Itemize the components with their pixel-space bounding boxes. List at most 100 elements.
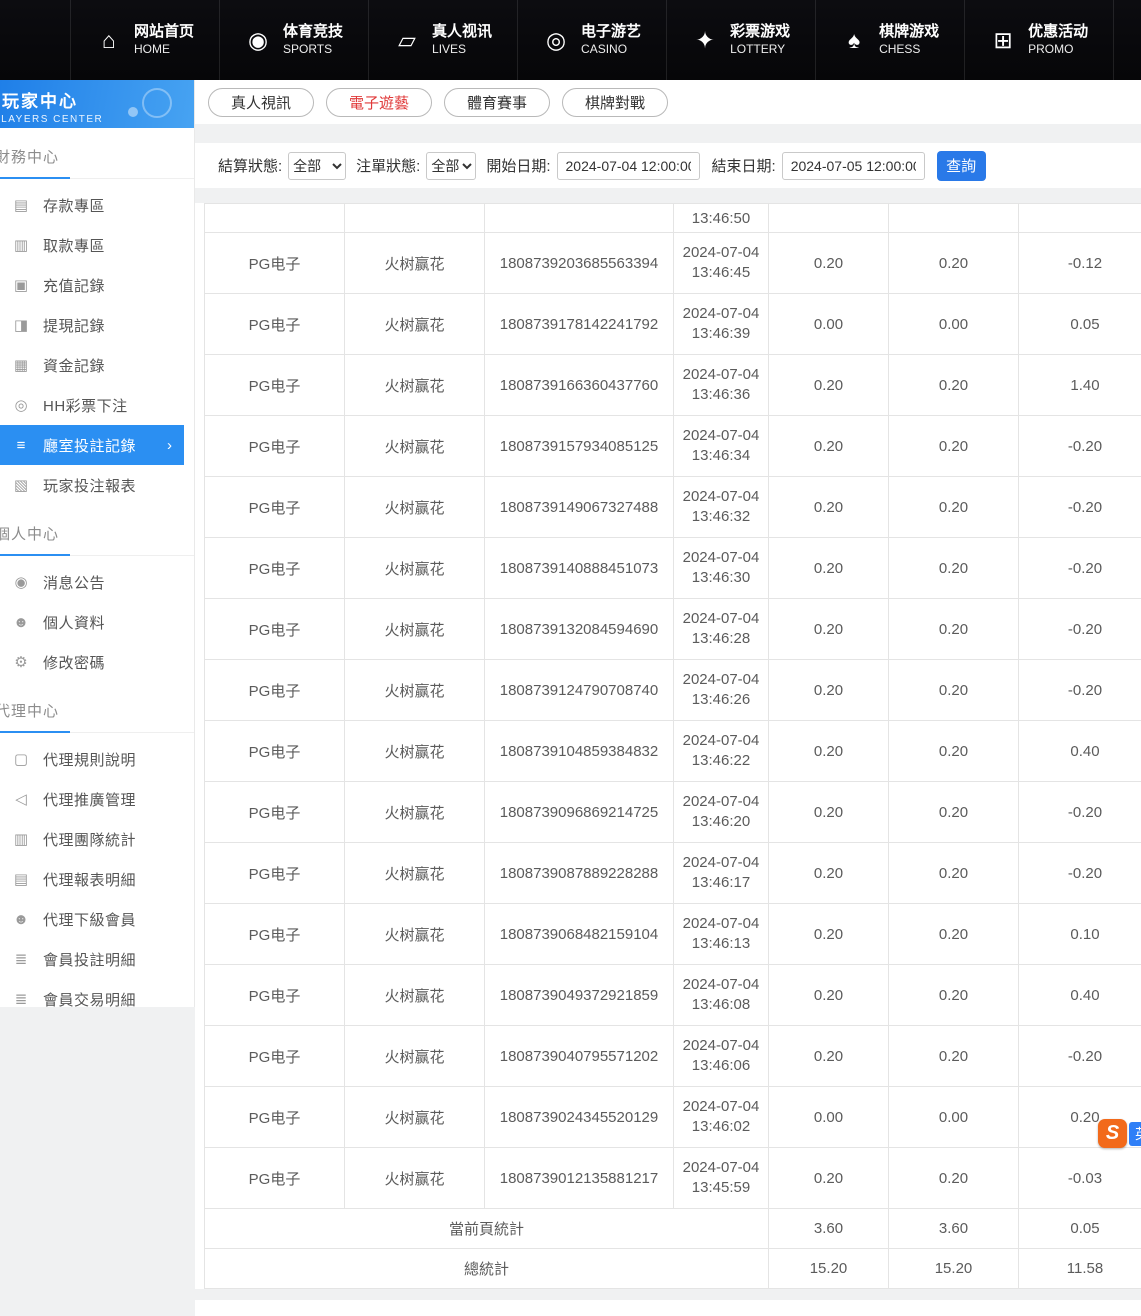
game-tabs: 真人視訊 電子遊藝 體育賽事 棋牌對戰 xyxy=(195,80,1141,124)
cell-profit: 0.40 xyxy=(1019,965,1141,1026)
page-summary-profit: 0.05 xyxy=(1019,1209,1141,1249)
sidebar-item-member-transactions[interactable]: ≣ 會員交易明細 › xyxy=(0,979,194,1007)
sidebar-item-room-bet-log[interactable]: ≡ 廳室投註記錄 › xyxy=(0,425,184,465)
tab-2-體育賽事[interactable]: 體育賽事 xyxy=(444,88,550,117)
cell-platform: PG电子 xyxy=(205,1087,345,1148)
bet-record-icon: ≡ xyxy=(12,437,30,454)
report-icon: ▧ xyxy=(12,476,30,494)
topnav-item-label-en: PROMO xyxy=(1028,42,1088,58)
topnav-item[interactable]: ♠ 棋牌游戏 CHESS xyxy=(816,0,965,80)
sidebar-item-password[interactable]: ⚙ 修改密碼 › xyxy=(0,642,194,682)
cell-order-number: 1808739149067327488 xyxy=(485,477,674,538)
cell-datetime: 2024-07-04 13:46:26 xyxy=(674,660,769,721)
cell-bet-amount: 0.20 xyxy=(769,599,889,660)
cell-bet-amount: 0.20 xyxy=(769,1148,889,1209)
sidebar-item-agent-team-stats[interactable]: ▥ 代理團隊統計 › xyxy=(0,819,194,859)
profile-icon: ☻ xyxy=(12,614,30,631)
chess-icon: ♠ xyxy=(841,27,867,54)
sidebar-section: 代理中心 ▢ 代理規則說明 › ◁ 代理推廣管理 › ▥ 代理團隊統計 › ▤ … xyxy=(0,682,194,1007)
sidebar-item-agent-subordinates[interactable]: ☻ 代理下級會員 › xyxy=(0,899,194,939)
settle-status-select[interactable]: 全部 xyxy=(288,152,346,180)
topnav-item[interactable]: ⊞ 优惠活动 PROMO xyxy=(965,0,1114,80)
member-trans-icon: ≣ xyxy=(12,990,30,1007)
order-status-label: 注單狀態: xyxy=(356,155,420,176)
cell-game: 火树赢花 xyxy=(345,233,485,294)
topnav-item[interactable]: ✦ 彩票游戏 LOTTERY xyxy=(667,0,816,80)
pagination-bar xyxy=(195,1300,1141,1316)
cell-bet-amount: 0.20 xyxy=(769,416,889,477)
withdraw-icon: ▥ xyxy=(12,236,30,254)
cell-platform: PG电子 xyxy=(205,477,345,538)
sidebar-item-agent-promo[interactable]: ◁ 代理推廣管理 › xyxy=(0,779,194,819)
sidebar-item-label: 代理規則說明 xyxy=(43,749,136,770)
topnav-item-label-zh: 彩票游戏 xyxy=(730,22,790,42)
cell-profit: 0.10 xyxy=(1019,904,1141,965)
topnav-item[interactable]: ⌂ 网站首页 HOME xyxy=(70,0,220,80)
cell-bet-amount: 0.20 xyxy=(769,355,889,416)
cell-valid-bet: 0.20 xyxy=(889,660,1019,721)
sidebar-item-label: 會員交易明細 xyxy=(43,989,136,1008)
sidebar-item-agent-rules[interactable]: ▢ 代理規則說明 › xyxy=(0,739,194,779)
end-date-input[interactable] xyxy=(782,152,925,180)
cell-profit: -0.03 xyxy=(1019,1148,1141,1209)
topnav-item[interactable]: ◉ 体育竞技 SPORTS xyxy=(220,0,369,80)
search-button[interactable]: 查詢 xyxy=(937,151,986,181)
cell-order-number: 1808739024345520129 xyxy=(485,1087,674,1148)
ime-widget[interactable]: S 英 xyxy=(1098,1119,1141,1148)
cell-profit: -0.20 xyxy=(1019,1026,1141,1087)
sidebar-item-label: 提現記錄 xyxy=(43,315,105,336)
sidebar-item-funds-log[interactable]: ▦ 資金記錄 › xyxy=(0,345,194,385)
sidebar-item-member-bets[interactable]: ≣ 會員投註明細 › xyxy=(0,939,194,979)
sidebar-item-profile[interactable]: ☻ 個人資料 › xyxy=(0,602,194,642)
sidebar-item-hh-lottery-bet[interactable]: ◎ HH彩票下注 › xyxy=(0,385,194,425)
cell-valid-bet: 0.20 xyxy=(889,1148,1019,1209)
cell-game: 火树赢花 xyxy=(345,904,485,965)
cell-valid-bet: 0.20 xyxy=(889,233,1019,294)
cell-platform: PG电子 xyxy=(205,843,345,904)
cell-order-number: 1808739012135881217 xyxy=(485,1148,674,1209)
cell-platform: PG电子 xyxy=(205,965,345,1026)
tab-3-棋牌對戰[interactable]: 棋牌對戰 xyxy=(562,88,668,117)
table-row: PG电子 火树赢花 1808739049372921859 2024-07-04… xyxy=(205,965,1141,1026)
cell-game: 火树赢花 xyxy=(345,1026,485,1087)
cell-platform: PG电子 xyxy=(205,721,345,782)
tab-1-電子遊藝[interactable]: 電子遊藝 xyxy=(326,88,432,117)
recharge-icon: ▣ xyxy=(12,276,30,294)
sidebar-item-recharge-log[interactable]: ▣ 充值記錄 › xyxy=(0,265,194,305)
table-row: PG电子 火树赢花 1808739203685563394 2024-07-04… xyxy=(205,233,1141,294)
sidebar-item-player-report[interactable]: ▧ 玩家投注報表 › xyxy=(0,465,194,505)
bet-records-table: 13:46:50 PG电子 火树赢花 1808739203685563394 2… xyxy=(204,203,1141,1289)
sidebar-item-notice[interactable]: ◉ 消息公告 › xyxy=(0,562,194,602)
cell-bet-amount: 0.20 xyxy=(769,904,889,965)
members-icon: ☻ xyxy=(12,911,30,928)
records-tbody: PG电子 火树赢花 1808739203685563394 2024-07-04… xyxy=(205,233,1141,1209)
partial-row-body: 13:46:50 xyxy=(205,204,1141,233)
cell-game: 火树赢花 xyxy=(345,843,485,904)
settle-status-label: 結算狀態: xyxy=(218,155,282,176)
topnav-item[interactable]: ▱ 真人视讯 LIVES xyxy=(369,0,518,80)
cell-valid-bet: 0.00 xyxy=(889,1087,1019,1148)
cell-valid-bet: 0.20 xyxy=(889,904,1019,965)
topnav-item[interactable]: ◎ 电子游艺 CASINO xyxy=(518,0,667,80)
cell-datetime: 2024-07-04 13:46:32 xyxy=(674,477,769,538)
home-icon: ⌂ xyxy=(96,27,122,54)
topnav-item-label-en: CASINO xyxy=(581,42,641,58)
cell-platform: PG电子 xyxy=(205,233,345,294)
tab-0-真人視訊[interactable]: 真人視訊 xyxy=(208,88,314,117)
cell-datetime: 2024-07-04 13:46:06 xyxy=(674,1026,769,1087)
topnav-item-label-en: CHESS xyxy=(879,42,939,58)
sidebar-item-withdraw[interactable]: ▥ 取款專區 › xyxy=(0,225,194,265)
start-date-input[interactable] xyxy=(557,152,700,180)
sidebar-item-cashout-log[interactable]: ◨ 提現記錄 › xyxy=(0,305,194,345)
order-status-select[interactable]: 全部 xyxy=(426,152,476,180)
sidebar-item-label: 代理報表明細 xyxy=(43,869,136,890)
sidebar-item-agent-report[interactable]: ▤ 代理報表明細 › xyxy=(0,859,194,899)
sidebar-item-deposit[interactable]: ▤ 存款專區 › xyxy=(0,185,194,225)
sogou-ime-icon[interactable]: S xyxy=(1098,1119,1127,1148)
ime-language-indicator[interactable]: 英 xyxy=(1129,1122,1141,1146)
sidebar: 玩家中心 PLAYERS CENTER 財務中心 ▤ 存款專區 › ▥ 取款專區… xyxy=(0,80,195,1007)
cell-valid-bet: 0.20 xyxy=(889,965,1019,1026)
table-row: PG电子 火树赢花 1808739040795571202 2024-07-04… xyxy=(205,1026,1141,1087)
cell-platform: PG电子 xyxy=(205,1026,345,1087)
sidebar-item-label: 代理下級會員 xyxy=(43,909,136,930)
